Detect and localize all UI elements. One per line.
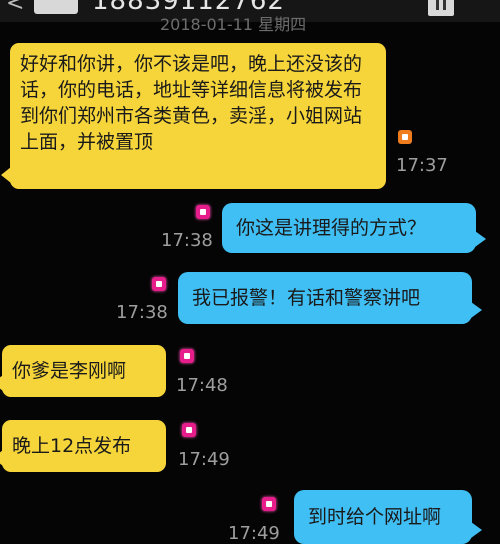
message-time: 17:38 <box>161 230 213 251</box>
message-bubble-incoming[interactable]: 晚上12点发布 <box>0 420 166 472</box>
message-text: 你爹是李刚啊 <box>12 360 127 382</box>
message-time: 17:49 <box>178 449 230 470</box>
sms-pink-icon <box>196 205 210 219</box>
sms-pink-icon <box>152 277 166 291</box>
message-text: 你这是讲理得的方式？ <box>236 217 427 239</box>
message-bubble-incoming[interactable]: 你爹是李刚啊 <box>0 345 166 397</box>
contact-number: 18839112762 <box>92 0 285 16</box>
message-time: 17:48 <box>176 375 228 396</box>
message-bubble-incoming[interactable]: 好好和你讲，你不该是吧，晚上还没该的话，你的电话，地址等详细信息将被发布到你们郑… <box>1 43 386 189</box>
sms-orange-icon <box>398 130 412 144</box>
sms-pink-icon <box>182 423 196 437</box>
sms-pink-icon <box>180 349 194 363</box>
date-separator: 2018-01-11 星期四 <box>160 15 307 34</box>
delete-icon[interactable] <box>428 0 454 16</box>
message-text: 我已报警！有话和警察讲吧 <box>192 287 421 309</box>
message-time: 17:37 <box>396 155 448 176</box>
message-bubble-outgoing[interactable]: 到时给个网址啊 <box>294 490 482 544</box>
message-text: 到时给个网址啊 <box>308 506 442 528</box>
sms-pink-icon <box>262 497 276 511</box>
back-arrow-icon[interactable]: < <box>6 0 28 15</box>
message-bubble-outgoing[interactable]: 我已报警！有话和警察讲吧 <box>178 272 482 324</box>
message-text: 好好和你讲，你不该是吧，晚上还没该的话，你的电话，地址等详细信息将被发布到你们郑… <box>20 53 363 153</box>
contact-avatar[interactable] <box>34 0 78 14</box>
message-bubble-outgoing[interactable]: 你这是讲理得的方式？ <box>222 203 486 253</box>
message-time: 17:38 <box>116 302 168 323</box>
message-time: 17:49 <box>228 523 280 544</box>
message-text: 晚上12点发布 <box>12 435 132 457</box>
